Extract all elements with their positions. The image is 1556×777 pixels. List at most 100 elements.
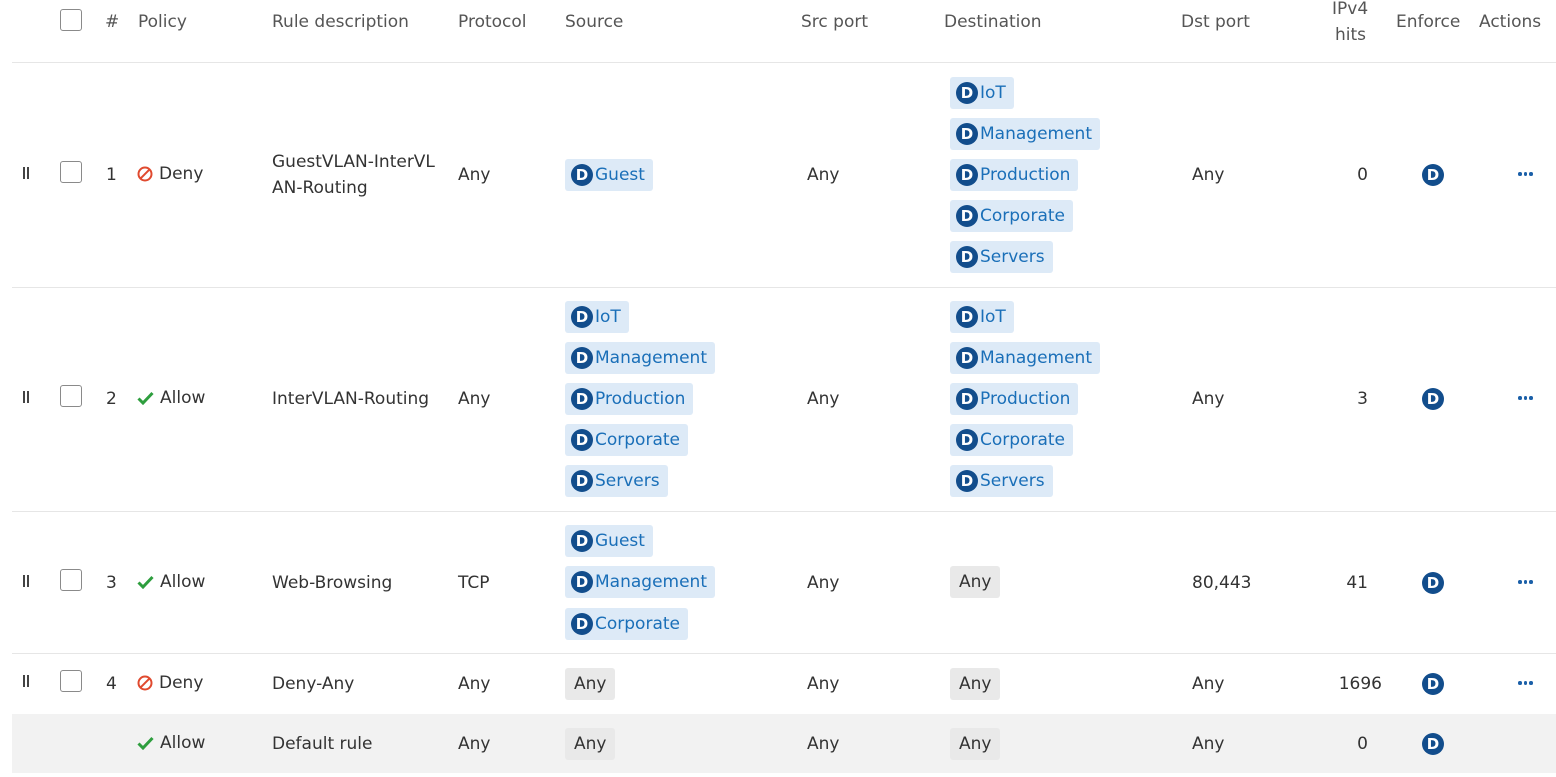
ipv4-hits: 1696 <box>1338 674 1382 694</box>
source-group-tag[interactable]: D IoT <box>565 301 629 333</box>
rule-description: Deny-Any <box>272 674 355 694</box>
header-src-port[interactable]: Src port <box>801 12 868 32</box>
drag-handle-icon[interactable] <box>23 675 29 687</box>
destination-group-tag[interactable]: D IoT <box>950 77 1014 109</box>
row-checkbox[interactable] <box>60 569 82 591</box>
destination-any-tag: Any <box>950 728 1001 760</box>
rule-description: Web-Browsing <box>272 573 393 593</box>
ipv4-hits: 3 <box>1357 389 1368 409</box>
header-dst-port[interactable]: Dst port <box>1181 12 1250 32</box>
dst-port: Any <box>1192 674 1225 694</box>
destination-group-tag[interactable]: D Corporate <box>950 424 1073 456</box>
rule-description: Default rule <box>272 734 373 754</box>
group-badge-icon: D <box>956 470 978 492</box>
select-all-checkbox[interactable] <box>60 9 82 31</box>
source-group-tag[interactable]: D Corporate <box>565 424 688 456</box>
policy-label: Deny <box>159 673 204 693</box>
policy-cell: Deny <box>137 164 203 184</box>
group-badge-icon: D <box>571 571 593 593</box>
allow-check-icon <box>137 736 154 750</box>
source-group-tag[interactable]: D Management <box>565 342 715 374</box>
group-badge-icon: D <box>956 429 978 451</box>
source-group-tag[interactable]: D Guest <box>565 525 653 557</box>
group-badge-icon: D <box>956 246 978 268</box>
destination-group-tag[interactable]: D IoT <box>950 301 1014 333</box>
src-port: Any <box>807 674 840 694</box>
deny-icon <box>137 675 153 691</box>
group-badge-icon: D <box>571 347 593 369</box>
row-checkbox[interactable] <box>60 385 82 407</box>
policy-cell: Allow <box>137 733 205 753</box>
more-actions-icon[interactable] <box>1518 580 1533 584</box>
ipv4-hits: 41 <box>1346 573 1368 593</box>
header-policy[interactable]: Policy <box>138 12 187 32</box>
group-badge-icon: D <box>571 164 593 186</box>
policy-cell: Allow <box>137 572 205 592</box>
more-actions-icon[interactable] <box>1518 396 1533 400</box>
group-badge-icon: D <box>956 164 978 186</box>
policy-cell: Deny <box>137 673 203 693</box>
group-badge-icon: D <box>571 613 593 635</box>
group-badge-icon: D <box>956 306 978 328</box>
enforce-badge-icon: D <box>1422 388 1444 410</box>
protocol: Any <box>458 674 491 694</box>
protocol: TCP <box>458 573 490 593</box>
deny-icon <box>137 166 153 182</box>
row-divider <box>12 653 1556 654</box>
source-group-tag[interactable]: D Management <box>565 566 715 598</box>
src-port: Any <box>807 734 840 754</box>
source-group-tag[interactable]: D Corporate <box>565 608 688 640</box>
header-ipv4-hits-line1[interactable]: IPv4 <box>1332 0 1368 19</box>
header-source[interactable]: Source <box>565 12 623 32</box>
policy-label: Allow <box>160 733 206 753</box>
allow-check-icon <box>137 391 154 405</box>
rule-number: 2 <box>106 389 117 409</box>
group-badge-icon: D <box>956 388 978 410</box>
src-port: Any <box>807 389 840 409</box>
group-badge-icon: D <box>956 347 978 369</box>
drag-handle-icon[interactable] <box>23 575 29 587</box>
dst-port: Any <box>1192 734 1225 754</box>
rule-number: 1 <box>106 165 117 185</box>
destination-group-tag[interactable]: D Production <box>950 383 1079 415</box>
header-actions: Actions <box>1479 12 1542 32</box>
destination-group-tag[interactable]: D Servers <box>950 465 1053 497</box>
source-group-tag[interactable]: D Guest <box>565 159 653 191</box>
header-protocol[interactable]: Protocol <box>458 12 527 32</box>
enforce-badge-icon: D <box>1422 164 1444 186</box>
header-rule-description[interactable]: Rule description <box>272 12 409 32</box>
rule-number: 3 <box>106 573 117 593</box>
group-badge-icon: D <box>571 470 593 492</box>
ipv4-hits: 0 <box>1357 734 1368 754</box>
row-divider <box>12 511 1556 512</box>
row-divider <box>12 287 1556 288</box>
src-port: Any <box>807 573 840 593</box>
row-checkbox[interactable] <box>60 161 82 183</box>
destination-group-tag[interactable]: D Production <box>950 159 1079 191</box>
destination-group-tag[interactable]: D Management <box>950 118 1100 150</box>
more-actions-icon[interactable] <box>1518 681 1533 685</box>
protocol: Any <box>458 389 491 409</box>
policy-label: Allow <box>160 572 206 592</box>
source-any-tag: Any <box>565 728 616 760</box>
group-badge-icon: D <box>956 205 978 227</box>
destination-any-tag: Any <box>950 566 1001 598</box>
header-enforce[interactable]: Enforce <box>1396 12 1460 32</box>
destination-group-tag[interactable]: D Servers <box>950 241 1053 273</box>
rule-description: InterVLAN-Routing <box>272 389 430 409</box>
header-destination[interactable]: Destination <box>944 12 1042 32</box>
drag-handle-icon[interactable] <box>23 391 29 403</box>
source-group-tag[interactable]: D Production <box>565 383 694 415</box>
header-ipv4-hits-line2[interactable]: hits <box>1335 25 1366 45</box>
row-checkbox[interactable] <box>60 670 82 692</box>
rule-number: 4 <box>106 674 117 694</box>
group-badge-icon: D <box>956 123 978 145</box>
source-group-tag[interactable]: D Servers <box>565 465 668 497</box>
more-actions-icon[interactable] <box>1518 172 1533 176</box>
policy-cell: Allow <box>137 388 205 408</box>
destination-group-tag[interactable]: D Management <box>950 342 1100 374</box>
policy-label: Deny <box>159 164 204 184</box>
group-badge-icon: D <box>571 429 593 451</box>
drag-handle-icon[interactable] <box>23 167 29 179</box>
destination-group-tag[interactable]: D Corporate <box>950 200 1073 232</box>
